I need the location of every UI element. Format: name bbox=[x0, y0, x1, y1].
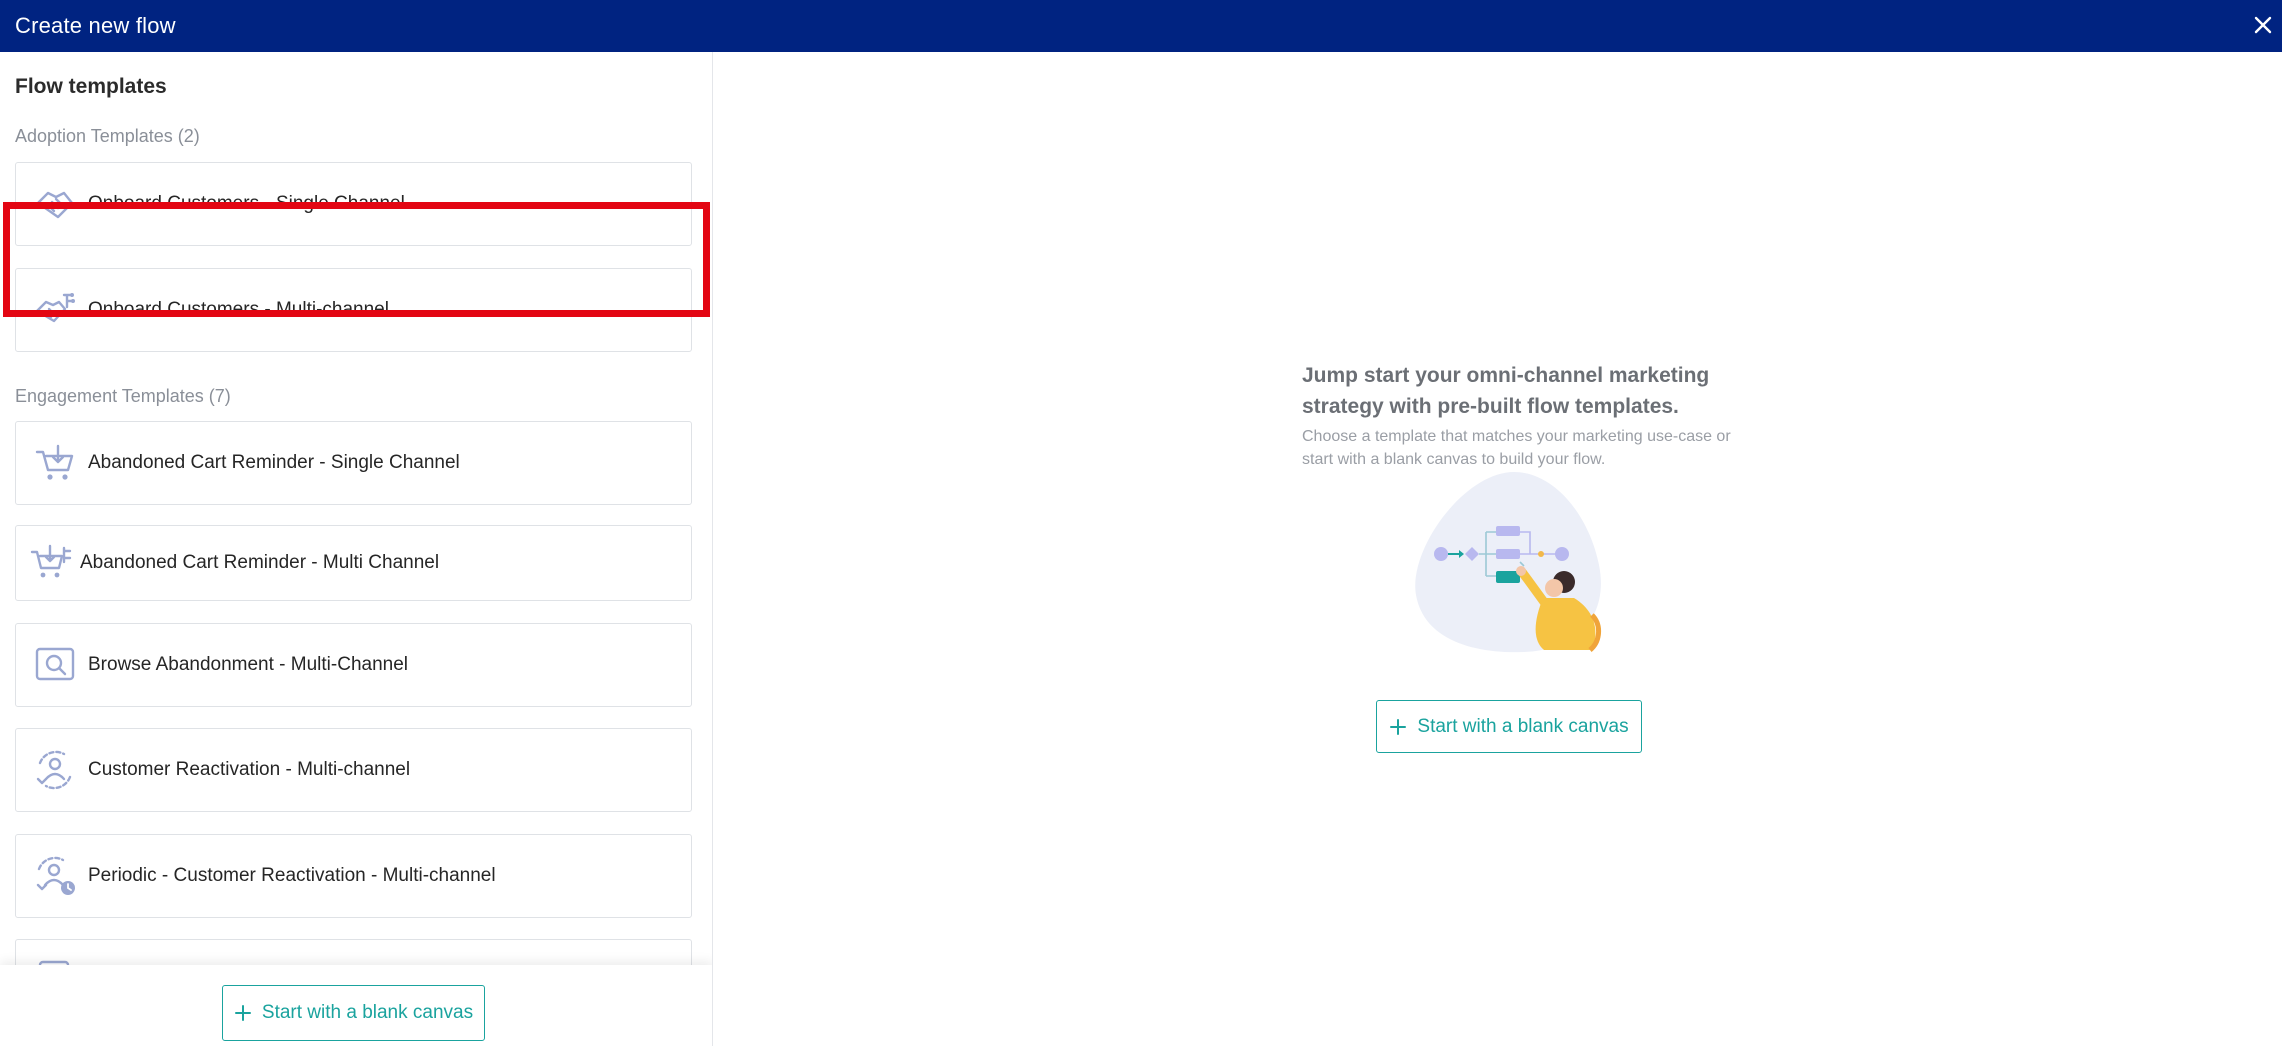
handshake-icon bbox=[36, 191, 74, 219]
template-onboard-multi[interactable]: Onboard Customers - Multi-channel bbox=[15, 268, 692, 352]
template-cart-single[interactable]: Abandoned Cart Reminder - Single Channel bbox=[15, 421, 692, 505]
template-label: Customer Reactivation - Multi-channel bbox=[88, 759, 411, 780]
browse-search-icon bbox=[35, 647, 75, 681]
handshake-branch-icon bbox=[35, 293, 75, 323]
template-cart-multi[interactable]: Abandoned Cart Reminder - Multi Channel bbox=[15, 525, 692, 601]
bottom-action-bar: Start with a blank canvas bbox=[0, 965, 712, 1046]
template-periodic-reactivation[interactable]: Periodic - Customer Reactivation - Multi… bbox=[15, 834, 692, 918]
template-label: Periodic - Customer Reactivation - Multi… bbox=[88, 865, 496, 886]
blank-canvas-label: Start with a blank canvas bbox=[261, 1002, 474, 1023]
section-title-adoption: Adoption Templates (2) bbox=[15, 126, 200, 146]
template-browse-abandonment[interactable]: Browse Abandonment - Multi-Channel bbox=[15, 623, 692, 707]
templates-panel: Flow templates Adoption Templates (2) On… bbox=[0, 52, 713, 1046]
blank-canvas-label: Start with a blank canvas bbox=[1417, 715, 1629, 737]
template-label: Abandoned Cart Reminder - Single Channel bbox=[88, 452, 460, 473]
start-blank-canvas-button-center[interactable]: Start with a blank canvas bbox=[1376, 700, 1642, 753]
plus-icon bbox=[234, 1005, 251, 1021]
user-refresh-clock-icon bbox=[36, 856, 75, 895]
template-label: Onboard Customers - Single Channel bbox=[88, 193, 405, 214]
user-refresh-icon bbox=[36, 750, 72, 790]
cart-branch-icon bbox=[30, 544, 72, 578]
template-label: Abandoned Cart Reminder - Multi Channel bbox=[80, 552, 440, 573]
template-onboard-single[interactable]: Onboard Customers - Single Channel bbox=[15, 162, 692, 246]
template-customer-reactivation[interactable]: Customer Reactivation - Multi-channel bbox=[15, 728, 692, 812]
close-icon[interactable] bbox=[2248, 10, 2278, 40]
plus-icon bbox=[1390, 718, 1407, 735]
flow-builder-illustration bbox=[1415, 472, 1601, 653]
template-label: Onboard Customers - Multi-channel bbox=[88, 299, 389, 320]
intro-subtext: Choose a template that matches your mark… bbox=[1302, 428, 1731, 468]
panel-title: Flow templates bbox=[15, 75, 167, 98]
template-label: Browse Abandonment - Multi-Channel bbox=[88, 654, 409, 675]
section-title-engagement: Engagement Templates (7) bbox=[15, 386, 231, 406]
dialog-title: Create new flow bbox=[15, 13, 176, 38]
intro-panel: Jump start your omni-channel marketing s… bbox=[714, 52, 2282, 1046]
start-blank-canvas-button[interactable]: Start with a blank canvas bbox=[222, 985, 485, 1041]
intro-heading: Jump start your omni-channel marketing s… bbox=[1302, 364, 1710, 418]
title-bar: Create new flow bbox=[0, 0, 2282, 52]
cart-icon bbox=[35, 444, 74, 480]
